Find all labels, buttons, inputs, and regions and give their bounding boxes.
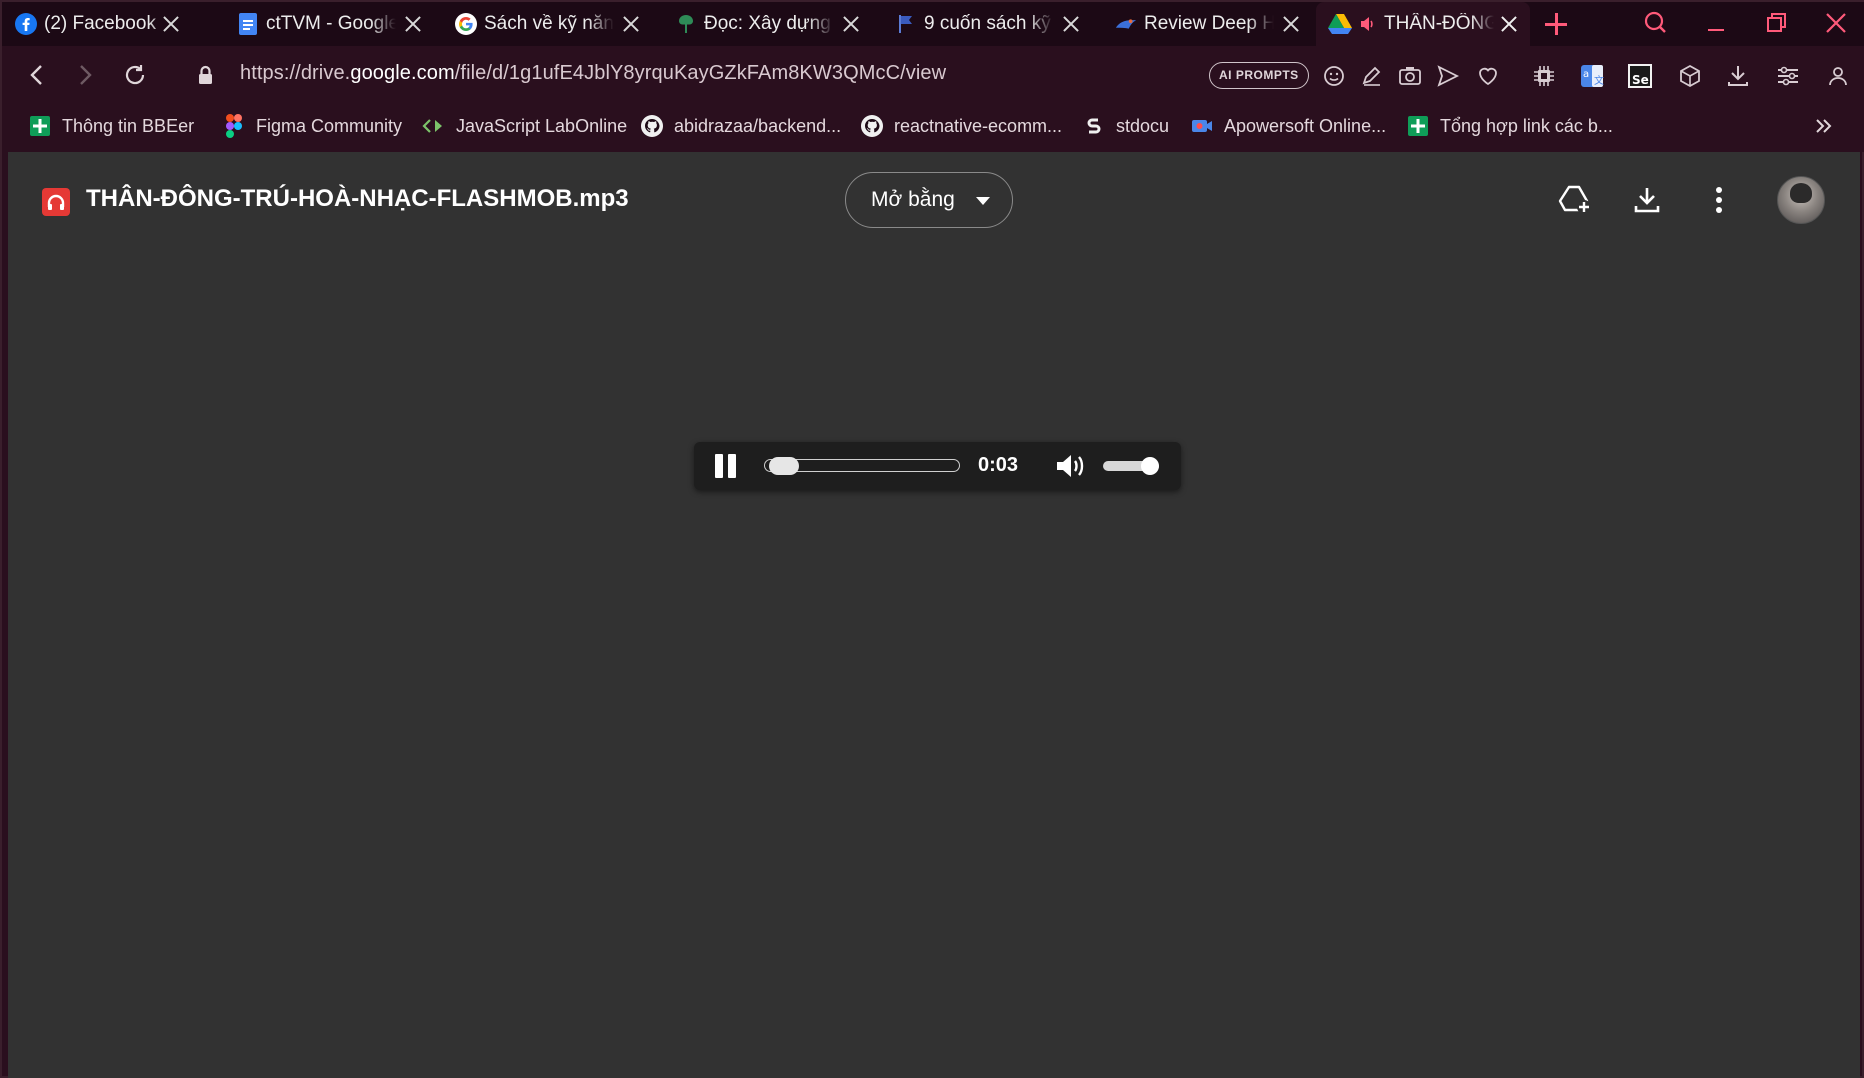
github-icon [860, 114, 884, 138]
restore-icon[interactable] [1748, 2, 1804, 46]
tab-close-icon[interactable] [1060, 13, 1082, 35]
lock-icon[interactable] [190, 60, 220, 90]
edit-icon[interactable] [1358, 62, 1386, 90]
google-drive-icon [1328, 12, 1352, 36]
back-icon[interactable] [22, 60, 52, 90]
cube-icon[interactable] [1676, 62, 1704, 90]
tab-close-icon[interactable] [160, 13, 182, 35]
more-bookmarks-chevron-icon[interactable] [1812, 114, 1836, 138]
chip-icon[interactable] [1530, 62, 1558, 90]
seek-thumb[interactable] [769, 457, 800, 475]
bookmark-stdocu[interactable]: stdocu [1082, 112, 1169, 140]
volume-icon[interactable] [1054, 452, 1088, 480]
svg-text:Se: Se [1632, 73, 1649, 87]
bookmark-label: Thông tin BBEer [62, 115, 195, 136]
google-sheets-icon [1406, 114, 1430, 138]
svg-text:文: 文 [1594, 74, 1604, 87]
profile-icon[interactable] [1824, 62, 1852, 90]
bookmark-abidrazaa-backend[interactable]: abidrazaa/backend... [640, 112, 841, 140]
bookmark-apowersoft-online[interactable]: Apowersoft Online... [1190, 112, 1386, 140]
more-options-icon[interactable] [1699, 180, 1739, 220]
tab-title: Sách về kỹ năng [484, 13, 614, 34]
add-to-drive-icon[interactable] [1555, 180, 1595, 220]
reload-icon[interactable] [120, 60, 150, 90]
bookmark-tong-hop-link[interactable]: Tổng hợp link các b... [1406, 112, 1613, 140]
studocu-icon [1082, 114, 1106, 138]
bookmark-reactnative-ecomm[interactable]: reactnative-ecomm... [860, 112, 1062, 140]
tab-than-dong-active[interactable]: THÂN-ĐÔNG [1316, 2, 1530, 46]
code-icon [422, 114, 446, 138]
bookmark-label: stdocu [1116, 115, 1170, 136]
tab-title: Đọc: Xây dựng n [704, 13, 834, 34]
google-docs-icon [236, 12, 260, 36]
volume-thumb[interactable] [1141, 457, 1159, 475]
tab-doc-xay-dung[interactable]: Đọc: Xây dựng n [662, 2, 872, 46]
bookmark-label: Tổng hợp link các b... [1440, 115, 1613, 136]
pause-icon[interactable] [714, 452, 738, 480]
svg-text:a: a [1583, 69, 1589, 80]
bookmark-label: abidrazaa/backend... [674, 115, 842, 136]
tab-title: (2) Facebook [44, 13, 156, 34]
tab-facebook[interactable]: (2) Facebook [2, 2, 192, 46]
bookmark-label: JavaScript LabOnline [456, 115, 628, 136]
open-with-button[interactable]: Mở bằng [845, 172, 1013, 228]
url-prefix: https://drive. [240, 62, 351, 84]
drive-viewer [8, 152, 1860, 1078]
tab-close-icon[interactable] [840, 13, 862, 35]
download-icon[interactable] [1627, 180, 1667, 220]
send-icon[interactable] [1434, 62, 1462, 90]
tab-close-icon[interactable] [1280, 13, 1302, 35]
tab-title: 9 cuốn sách kỹ n [924, 13, 1054, 34]
figma-icon [222, 114, 246, 138]
minimize-icon[interactable] [1688, 2, 1744, 46]
new-tab-plus-icon[interactable] [1542, 10, 1570, 38]
facebook-icon [14, 12, 38, 36]
flag-icon [894, 12, 918, 36]
address-bar-url[interactable]: https://drive.google.com/file/d/1g1ufE4J… [240, 62, 946, 85]
diver-icon [1114, 12, 1138, 36]
tab-9-cuon-sach[interactable]: 9 cuốn sách kỹ n [882, 2, 1092, 46]
bookmark-label: reactnative-ecomm... [894, 115, 1063, 136]
current-time: 0:03 [978, 454, 1019, 476]
tab-review-deep-hun[interactable]: Review Deep Hun [1102, 2, 1312, 46]
camera-icon[interactable] [1396, 62, 1424, 90]
avatar[interactable] [1777, 176, 1825, 224]
bookmark-figma-community[interactable]: Figma Community [222, 112, 402, 140]
close-window-icon[interactable] [1808, 2, 1864, 46]
tab-google-search[interactable]: Sách về kỹ năng [442, 2, 652, 46]
tab-title: ctTVM - Google [266, 13, 396, 34]
bookmark-javascript-labonline[interactable]: JavaScript LabOnline [422, 112, 627, 140]
file-name: THÂN-ĐÔNG-TRÚ-HOÀ-NHẠC-FLASHMOB.mp3 [86, 185, 629, 212]
settings-sliders-icon[interactable] [1774, 62, 1802, 90]
heart-icon[interactable] [1474, 62, 1502, 90]
ai-prompts-extension[interactable]: AI PROMPTS [1209, 62, 1309, 89]
open-with-label: Mở bằng [871, 188, 955, 211]
tab-title: THÂN-ĐÔNG [1384, 13, 1494, 34]
tab-title: Review Deep Hun [1144, 13, 1274, 34]
forward-icon[interactable] [70, 60, 100, 90]
url-path: /file/d/1g1ufE4JblY8yrquKayGZkFAm8KW3QMc… [454, 62, 947, 84]
tree-icon [674, 12, 698, 36]
github-icon [640, 114, 664, 138]
browser-window: (2) Facebook ctTVM - Google Sách về kỹ n… [0, 0, 1864, 1078]
google-sheets-icon [28, 114, 52, 138]
url-host: google.com [350, 62, 455, 84]
tab-close-icon[interactable] [620, 13, 642, 35]
downloads-icon[interactable] [1724, 62, 1752, 90]
google-icon [454, 12, 478, 36]
audio-file-icon [42, 188, 70, 216]
speaker-playing-icon[interactable] [1358, 12, 1378, 36]
bookmark-label: Apowersoft Online... [1224, 115, 1387, 136]
recorder-icon [1190, 114, 1214, 138]
tab-google-docs[interactable]: ctTVM - Google [224, 2, 434, 46]
emoji-icon[interactable] [1320, 62, 1348, 90]
search-tabs-icon[interactable] [1628, 2, 1684, 46]
bookmark-thong-tin-bbeer[interactable]: Thông tin BBEer [28, 112, 194, 140]
tab-close-icon[interactable] [402, 13, 424, 35]
selenium-ide-icon[interactable]: Se [1626, 62, 1654, 90]
caret-down-icon [976, 197, 990, 205]
translate-icon[interactable]: a文 [1578, 62, 1606, 90]
bookmark-label: Figma Community [256, 115, 403, 136]
tab-close-icon[interactable] [1498, 13, 1520, 35]
